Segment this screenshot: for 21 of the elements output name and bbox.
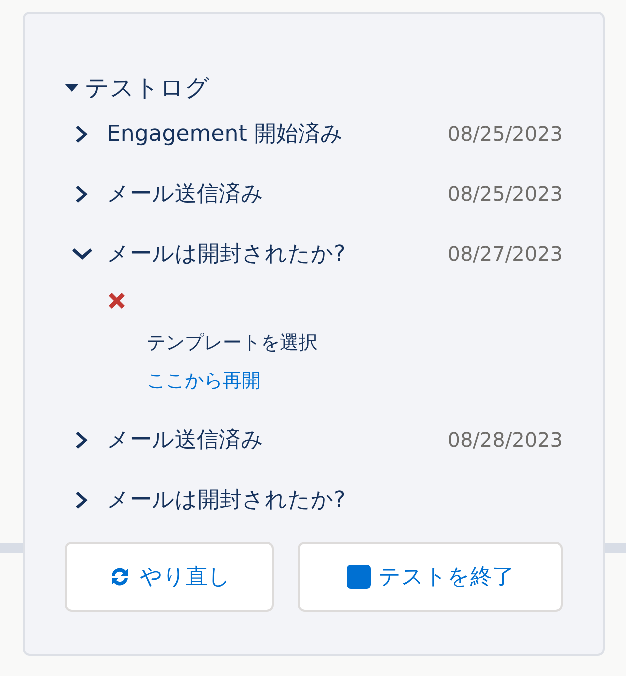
log-entry-title: メールは開封されたか? [107, 241, 347, 269]
retry-button[interactable]: やり直し [65, 542, 274, 612]
log-entry-title: メール送信済み [107, 181, 265, 209]
chevron-down-icon[interactable] [72, 248, 92, 260]
entry-date: 08/28/2023 [448, 428, 563, 452]
chevron-right-icon[interactable] [76, 124, 88, 144]
resume-link[interactable]: ここから再開 [147, 366, 261, 396]
step-name: テンプレートを選択 [147, 331, 318, 356]
log-entry-title: メールは開封されたか? [107, 487, 347, 515]
caret-down-icon[interactable] [65, 84, 79, 92]
stop-icon [346, 565, 371, 589]
chevron-right-icon[interactable] [76, 184, 88, 204]
entry-date: 08/25/2023 [448, 122, 563, 146]
log-entry-title: Engagement 開始済み [107, 121, 344, 149]
end-test-button[interactable]: テストを終了 [298, 542, 563, 612]
entry-date: 08/27/2023 [448, 242, 563, 266]
log-entry-title: メール送信済み [107, 427, 265, 455]
section-title[interactable]: テストログ [85, 72, 210, 104]
chevron-right-icon[interactable] [76, 490, 88, 510]
chevron-right-icon[interactable] [76, 430, 88, 450]
entry-date: 08/25/2023 [448, 182, 563, 206]
